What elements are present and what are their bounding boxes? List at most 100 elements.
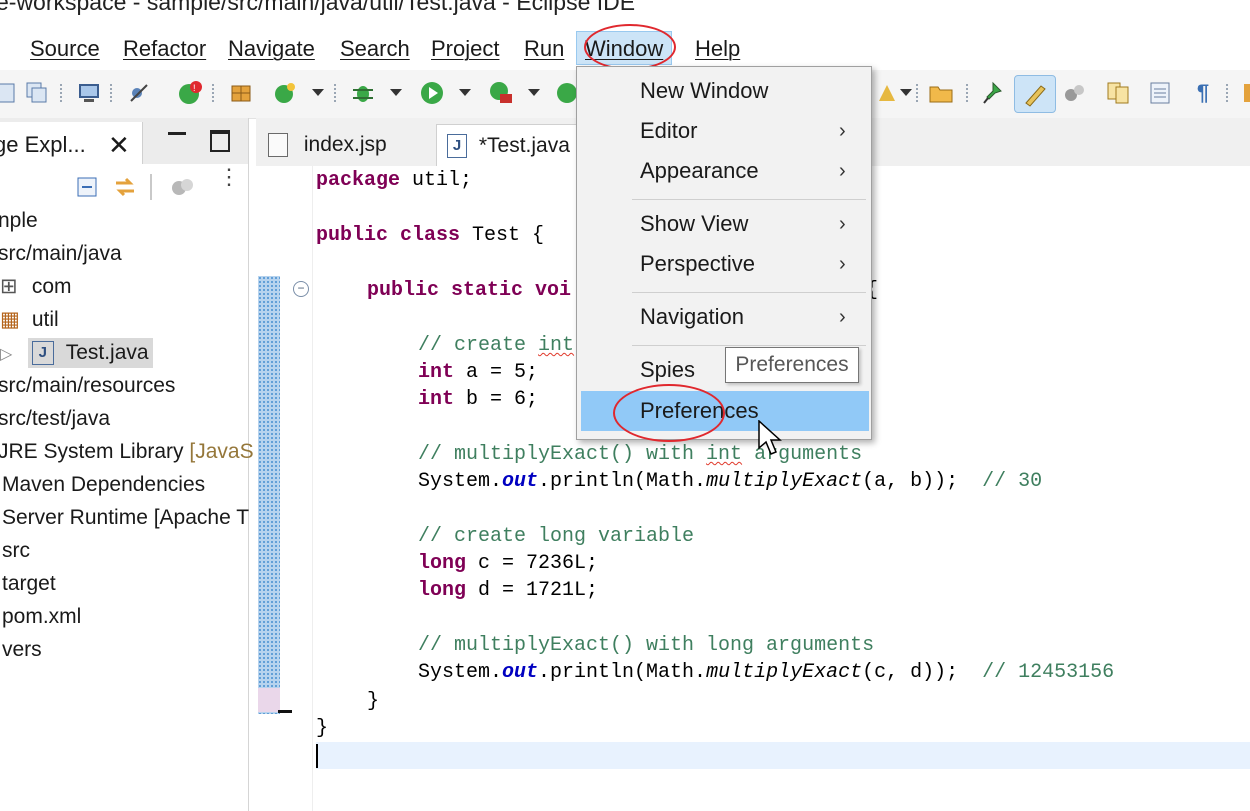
update-icon[interactable]: !: [176, 80, 202, 106]
tree-item-src-test-java[interactable]: src/test/java: [0, 404, 110, 434]
window-menu-dropdown: New Window Editor › Appearance › Show View…: [576, 66, 872, 440]
terminal-icon[interactable]: [76, 80, 102, 106]
tree-item-decoration: [JavaS: [189, 440, 254, 463]
breadcrumb-icon[interactable]: [1062, 80, 1088, 106]
package-icon: ⊞: [0, 275, 18, 298]
java-file-icon: J: [31, 341, 54, 366]
build-icon[interactable]: [228, 80, 254, 106]
new-wizard-icon[interactable]: [272, 80, 298, 106]
tree-item-src-main-java[interactable]: src/main/java: [0, 239, 122, 269]
save-all-icon[interactable]: [24, 80, 50, 106]
minimize-icon[interactable]: [168, 132, 186, 135]
mouse-cursor-icon: [758, 419, 784, 463]
maximize-icon[interactable]: [210, 130, 230, 152]
keyword: long: [418, 579, 467, 602]
chevron-down-icon[interactable]: [312, 89, 324, 96]
tree-item-label: Server Runtime [Apache T: [2, 506, 250, 529]
menu-search[interactable]: Search: [340, 34, 410, 64]
tree-item-label: JRE System Library: [0, 440, 184, 463]
menu-item-perspective[interactable]: Perspective ›: [577, 245, 871, 283]
toolbar-separator: [212, 84, 214, 104]
code-text: a = 5;: [454, 361, 539, 384]
close-icon[interactable]: ✕: [108, 130, 130, 161]
svg-text:!: !: [193, 83, 196, 93]
chevron-down-icon[interactable]: [900, 89, 912, 96]
chevron-down-icon[interactable]: [528, 89, 540, 96]
code-line: }: [367, 688, 379, 715]
tree-item-pom[interactable]: pom.xml: [2, 602, 81, 632]
menu-help[interactable]: Help: [695, 34, 740, 64]
run-coverage-icon[interactable]: [488, 80, 514, 106]
menu-item-navigation[interactable]: Navigation ›: [577, 298, 871, 336]
pin-icon[interactable]: [980, 80, 1006, 106]
toolbar-separator: [334, 84, 336, 104]
tree-item-src-main-resources[interactable]: src/main/resources: [0, 371, 175, 401]
tree-item-com[interactable]: ⊞ com: [0, 272, 72, 302]
skip-breakpoints-icon[interactable]: [126, 80, 152, 106]
code-text: (a, b));: [862, 470, 983, 493]
tab-index-jsp[interactable]: index.jsp: [268, 124, 428, 166]
tree-item-jre-library[interactable]: JRE System Library [JavaS: [0, 437, 254, 467]
debug-icon[interactable]: [350, 80, 376, 106]
tree-item-test-java[interactable]: ▷ J Test.java: [0, 338, 153, 368]
save-icon[interactable]: [0, 80, 18, 106]
menu-navigate[interactable]: Navigate: [228, 34, 315, 64]
submenu-arrow-icon: ›: [839, 120, 846, 142]
fold-collapse-icon[interactable]: −: [293, 281, 309, 297]
tree-item-util[interactable]: ▦ util: [0, 305, 59, 335]
run-icon[interactable]: [419, 80, 445, 106]
menu-project[interactable]: Project: [431, 34, 499, 64]
open-folder-icon[interactable]: [928, 80, 954, 106]
tab-package-explorer[interactable]: ge Expl... ✕: [0, 122, 143, 164]
toolbar-separator: [110, 84, 112, 104]
tooltip: Preferences: [725, 347, 859, 383]
code-text: }: [367, 690, 380, 713]
block-selection-icon[interactable]: [1147, 80, 1173, 106]
tree-item-target[interactable]: target: [2, 569, 56, 599]
tree-item-src[interactable]: src: [2, 536, 30, 566]
next-edit-icon[interactable]: [1236, 80, 1250, 106]
menu-separator: [632, 292, 866, 293]
expand-arrow-icon[interactable]: ▷: [0, 340, 14, 370]
compare-icon[interactable]: [1105, 80, 1131, 106]
field-ref: out: [502, 661, 539, 684]
code-line: long c = 7236L;: [418, 550, 598, 577]
comment: // 12453156: [982, 661, 1115, 684]
annotation-circle-preferences: [613, 384, 725, 442]
code-line: int a = 5;: [418, 359, 538, 386]
code-line: // create int: [418, 332, 574, 359]
keyword: package: [316, 169, 401, 192]
next-annotation-icon[interactable]: [874, 80, 900, 106]
tree-item-servers[interactable]: vers: [2, 635, 42, 665]
chevron-down-icon[interactable]: [390, 89, 402, 96]
chevron-down-icon[interactable]: [459, 89, 471, 96]
title-bar: e-workspace - sample/src/main/java/util/…: [0, 0, 1250, 22]
code-text: Test {: [460, 224, 545, 247]
collapse-all-icon[interactable]: [76, 176, 98, 203]
menu-item-appearance[interactable]: Appearance ›: [577, 152, 871, 190]
code-line: System.out.println(Math.multiplyExact(c,…: [418, 659, 1114, 686]
tree-item-label: vers: [2, 638, 42, 661]
menu-refactor[interactable]: Refactor: [123, 34, 206, 64]
view-menu-icon[interactable]: ⋮: [218, 166, 240, 188]
tree-item-project[interactable]: nple: [0, 206, 38, 236]
tab-test-java[interactable]: J *Test.java: [436, 124, 586, 166]
menu-source[interactable]: Source: [30, 34, 100, 64]
toolbar-separator: [60, 84, 62, 104]
tree-item-server-runtime[interactable]: Server Runtime [Apache T: [2, 503, 249, 533]
menu-item-editor[interactable]: Editor ›: [577, 112, 871, 150]
menu-item-label: Navigation: [640, 304, 744, 329]
tree-item-maven-deps[interactable]: Maven Dependencies: [2, 470, 205, 500]
keyword: public static: [367, 279, 524, 302]
code-text: .println(Math.: [538, 661, 707, 684]
link-with-editor-icon[interactable]: [112, 174, 138, 205]
keyword: public class: [316, 224, 461, 247]
change-ruler: [258, 276, 280, 714]
menu-item-new-window[interactable]: New Window: [577, 72, 871, 110]
mark-occurrences-icon[interactable]: [1014, 75, 1056, 113]
show-whitespace-icon[interactable]: ¶: [1190, 80, 1216, 106]
menu-item-show-view[interactable]: Show View ›: [577, 205, 871, 243]
menu-run[interactable]: Run: [524, 34, 564, 64]
toolbar-separator: [150, 174, 152, 200]
focus-task-icon[interactable]: [170, 176, 196, 203]
